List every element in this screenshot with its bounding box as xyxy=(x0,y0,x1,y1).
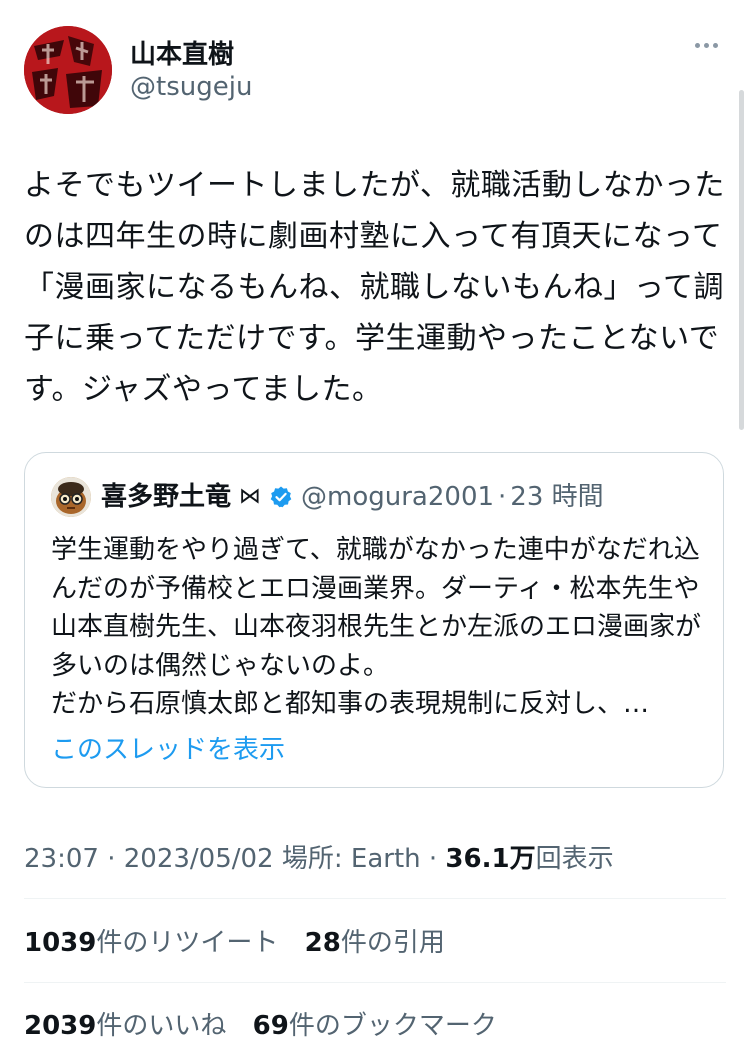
scrollbar[interactable] xyxy=(739,90,744,430)
divider xyxy=(24,982,726,983)
like-label: 件のいいね xyxy=(96,1011,227,1041)
divider xyxy=(24,898,726,899)
author-avatar[interactable] xyxy=(24,26,112,114)
tweet-meta: 23:07 · 2023/05/02 場所: Earth · 36.1万回表示 xyxy=(24,838,614,875)
more-dot xyxy=(703,42,709,48)
quoted-separator: · xyxy=(498,482,507,512)
meta-separator: · xyxy=(98,844,124,874)
bookmark-label: 件のブックマーク xyxy=(288,1011,497,1041)
tweet-text: よそでもツイートしましたが、就職活動しなかったのは四年生の時に劇画村塾に入って有… xyxy=(24,168,725,407)
likes-stat[interactable]: 2039件のいいね xyxy=(24,1011,226,1041)
quoted-tweet-header: 喜多野土竜 ⋈ @mogura2001 · 23 時間 xyxy=(101,481,604,513)
retweets-stat[interactable]: 1039件のリツイート xyxy=(24,928,278,958)
stats-row-2: 2039件のいいね 69件のブックマーク xyxy=(24,1005,515,1042)
avatar-image-icon xyxy=(24,26,112,114)
quote-count: 28 xyxy=(304,928,341,958)
bookmarks-stat[interactable]: 69件のブックマーク xyxy=(253,1011,497,1041)
retweet-count: 1039 xyxy=(24,928,97,958)
stats-row-1: 1039件のリツイート 28件の引用 xyxy=(24,922,463,959)
more-options-button[interactable] xyxy=(688,30,724,60)
quote-label: 件の引用 xyxy=(340,928,445,958)
quoted-author-avatar[interactable] xyxy=(51,477,91,517)
bookmark-count: 69 xyxy=(252,1011,289,1041)
tweet-date[interactable]: 2023/05/02 xyxy=(124,844,274,874)
quoted-tweet-text: 学生運動をやり過ぎて、就職がなかった連中がなだれ込んだのが予備校とエロ漫画業界。… xyxy=(51,535,702,720)
tweet-header: 山本直樹 @tsugeju xyxy=(24,26,724,116)
more-horizontal-icon xyxy=(694,42,700,48)
quoted-tweet-card[interactable]: 喜多野土竜 ⋈ @mogura2001 · 23 時間 学生運動をやり過ぎて、就… xyxy=(24,452,724,788)
meta-separator: · xyxy=(420,844,446,874)
like-count: 2039 xyxy=(24,1011,97,1041)
retweet-label: 件のリツイート xyxy=(96,928,279,958)
quoted-name-symbol: ⋈ xyxy=(239,484,262,509)
tweet-location: Earth xyxy=(350,844,421,874)
view-count: 36.1万 xyxy=(445,844,536,874)
tweet-time[interactable]: 23:07 xyxy=(24,844,99,874)
quotes-stat[interactable]: 28件の引用 xyxy=(305,928,445,958)
quoted-timestamp[interactable]: 23 時間 xyxy=(510,481,603,513)
verified-badge-icon xyxy=(270,486,292,508)
author-handle[interactable]: @tsugeju xyxy=(130,72,252,102)
author-display-name[interactable]: 山本直樹 xyxy=(130,34,234,71)
more-dot xyxy=(712,42,718,48)
location-label: 場所: xyxy=(273,844,351,874)
quoted-author-name[interactable]: 喜多野土竜 xyxy=(101,481,231,513)
view-count-label: 回表示 xyxy=(535,844,614,874)
quoted-avatar-image-icon xyxy=(51,477,91,517)
quoted-author-handle[interactable]: @mogura2001 xyxy=(301,481,494,513)
show-thread-link[interactable]: このスレッドを表示 xyxy=(51,729,285,766)
